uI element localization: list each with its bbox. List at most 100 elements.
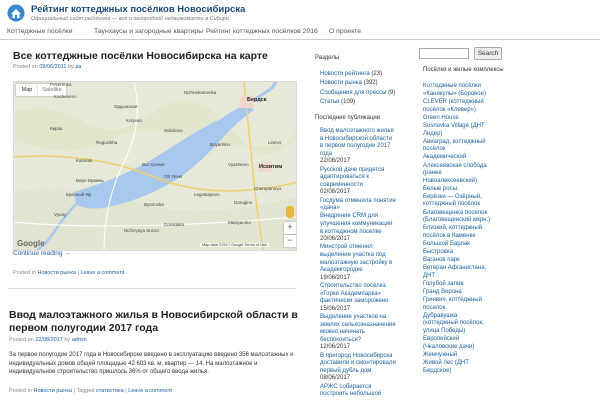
village-label-line[interactable]: (ранее [423,170,518,178]
post-author-link[interactable]: aa [75,64,81,70]
recent-post-title-line[interactable]: В пригород Новосибирска [320,353,412,361]
village-label-line[interactable]: коттеджный посёлок [423,201,518,209]
village-label-line[interactable]: (коттеджный посёлок, [423,320,518,328]
village-label-line[interactable]: Белые росы [423,186,518,194]
tag-link[interactable]: статистика [96,388,124,394]
house-logo-icon[interactable] [7,4,25,22]
recent-post-title-line[interactable]: в Новосибирской области [320,136,412,144]
village-label-line[interactable]: Голубой залив [423,281,518,289]
village-label-line[interactable]: улица Победы) [423,328,518,336]
recent-post-title-line[interactable]: построить небольшой [320,391,412,399]
recent-post-item[interactable]: Русской даче придется адаптироваться к сов… [320,167,412,197]
village-item[interactable]: Близкий, коттеджный посёлок в Каменке [423,225,518,240]
village-label-line[interactable]: посёлок [423,146,518,154]
recent-post-title-line[interactable]: землях сельхозназначения [320,322,412,330]
site-title[interactable]: Рейтинг коттеджных посёлков Новосибирска [31,4,245,15]
recent-post-title-line[interactable]: Госдума отменила понятие [320,198,412,206]
village-label-line[interactable]: Коттеджные посёлки [423,83,518,91]
village-item[interactable]: Sosnovka Village (ДНТ Лидер) [423,123,518,138]
village-label-line[interactable]: CLEVER (коттеджный [423,99,518,107]
village-item[interactable]: Академический [423,154,518,162]
zoom-in-button[interactable]: + [284,222,296,234]
recent-post-title-line[interactable]: «Горки Академпарка» [320,291,412,299]
recent-post-title-line[interactable]: современности [320,182,412,190]
leave-comment-link[interactable]: Leave a comment [128,388,172,394]
recent-post-item[interactable]: Строительство поселка «Горки Академпарка»… [320,283,412,313]
recent-post-title-line[interactable]: в первом полугодии 2017 [320,143,412,151]
village-label-line[interactable]: «Каникулы» (Боровое) [423,91,518,99]
village-item[interactable]: Европейский (Чкаловские дачи) [423,336,518,351]
recent-post-title-line[interactable]: в коттеджном поселке [320,229,412,237]
category-item[interactable]: Сообщения для прессы (9) [320,90,395,98]
village-label-line[interactable]: Гранд Верона [423,289,518,297]
nav-item-about[interactable]: О проекте [329,28,361,35]
recent-post-item[interactable]: Внедрение CRM для улучшения коммуникации в… [320,213,412,243]
nav-item-townhouses[interactable]: Таунхаусы и загородные квартиры [94,28,203,35]
recent-post-item[interactable]: Ввод малоэтажного жилья в Новосибирской о… [320,128,412,166]
village-label-line[interactable]: Живой лес (ДНТ [423,360,518,368]
village-item[interactable]: Ветеран Афганистана, ДНТ [423,265,518,280]
recent-post-title-line[interactable]: Ввод малоэтажного жилья [320,128,412,136]
village-item[interactable]: Гранд Верона [423,289,518,297]
village-item[interactable]: Живой лес (ДНТ Бердское) [423,360,518,375]
recent-post-title-line[interactable]: Минстрой отменил [320,244,412,252]
category-link[interactable]: Новости рынка [37,270,75,276]
village-label-line[interactable]: Академический [423,154,518,162]
recent-post-title-line[interactable]: Выделение участков на [320,314,412,322]
category-label[interactable]: Новости рейтинга [320,71,370,77]
village-label-line[interactable]: Близкий, коттеджный [423,225,518,233]
recent-post-title-line[interactable]: доставили и смонтировали [320,360,412,368]
village-item[interactable]: «Каникулы» (Боровое) [423,91,518,99]
category-link[interactable]: Новости рынка [33,388,71,394]
post-title[interactable]: Все коттеджные посёлки Новосибирска на к… [13,50,268,63]
village-item[interactable]: Быстровка [423,249,518,257]
category-label[interactable]: Статьи [320,99,339,105]
village-item[interactable]: Коттеджные посёлки [423,83,518,91]
recent-post-title-line[interactable]: первый дубль дом [320,368,412,376]
category-item[interactable]: Статьи (109) [320,99,355,107]
category-item[interactable]: Новости рынка (392) [320,80,378,88]
village-item[interactable]: Алексеевская слобода (ранее Новоалексеевск… [423,163,518,186]
village-label-line[interactable]: Алексеевская слобода [423,163,518,171]
recent-post-title-line[interactable]: улучшения коммуникации [320,221,412,229]
village-item[interactable]: Благовещенка поселок (Благовещенский мкрн… [423,210,518,225]
recent-post-title-line[interactable]: «дача» [320,205,412,213]
village-label-line[interactable]: Green House [423,115,518,123]
recent-post-title-line[interactable]: адаптироваться к [320,174,412,182]
village-item[interactable]: Ваганов парк [423,257,518,265]
village-label-line[interactable]: Быстровка [423,249,518,257]
village-item[interactable]: Жемчужный [423,352,518,360]
village-label-line[interactable]: ДНТ [423,273,518,281]
recent-post-title-line[interactable]: малоэтажную застройку в [320,260,412,268]
village-label-line[interactable]: Новоалексеевский) [423,178,518,186]
village-label-line[interactable]: посёлок «Клевер») [423,107,518,115]
leave-comment-link[interactable]: Leave a comment [80,270,124,276]
village-item[interactable]: Голубой залив [423,281,518,289]
village-label-line[interactable]: Sosnovka Village (ДНТ [423,123,518,131]
village-item[interactable]: Дубравушка (коттеджный посёлок, улица Побе… [423,313,518,336]
recent-post-item[interactable]: В пригород Новосибирска доставили и смонт… [320,353,412,383]
village-label-line[interactable]: Лидер) [423,131,518,139]
nav-item-cottage-villages[interactable]: Коттеджные посёлки [7,28,73,35]
post-date-link[interactable]: 09/06/2011 [39,64,66,70]
village-label-line[interactable]: поселок [423,305,518,313]
village-label-line[interactable]: Авиаград, коттеджный [423,139,518,147]
village-item[interactable]: Авиаград, коттеджный посёлок [423,139,518,154]
village-label-line[interactable]: Гринвич, коттеджный [423,297,518,305]
recent-post-title-line[interactable]: Строительство поселка [320,283,412,291]
village-label-line[interactable]: Жемчужный [423,352,518,360]
recent-post-title-line[interactable]: беспокоиться? [320,337,412,345]
village-label-line[interactable]: Ваганов парк [423,257,518,265]
recent-post-title-line[interactable]: можно начинать [320,329,412,337]
recent-post-title-line[interactable]: Внедрение CRM для [320,213,412,221]
continue-reading-link[interactable]: Continue reading → [13,250,71,257]
map-footer[interactable]: Map data ©2017 Google Terms of Use [200,243,269,247]
category-item[interactable]: Новости рейтинга (23) [320,71,382,79]
village-label-line[interactable]: Большой Барлак [423,241,518,249]
village-item[interactable]: Большой Барлак [423,241,518,249]
village-label-line[interactable]: (Благовещенский мкрн.) [423,217,518,225]
street-view-pegman-icon[interactable] [286,206,294,218]
map-embed[interactable]: Map Satellite Бердск Искитим Poverenka О… [13,81,297,251]
recent-post-title-line[interactable]: Академгородке [320,267,412,275]
village-item[interactable]: Белые росы [423,186,518,194]
